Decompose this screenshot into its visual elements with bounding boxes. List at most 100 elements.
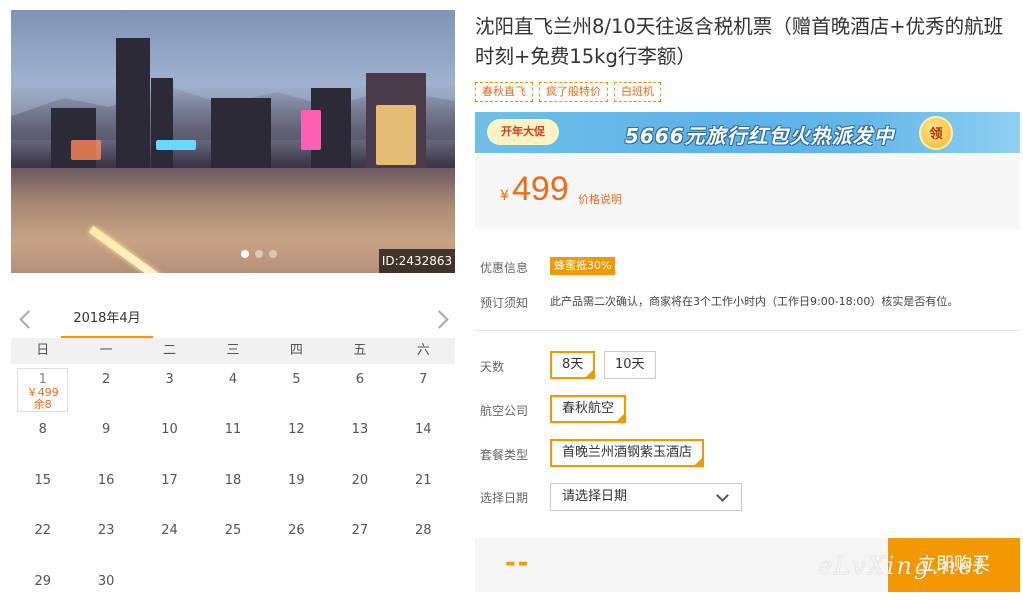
calendar-day[interactable]: 23 (74, 515, 137, 565)
product-tag: 白班机 (614, 82, 661, 102)
day-number: 6 (355, 372, 364, 387)
promo-badge: 蜂蜜抵30% (550, 257, 616, 275)
day-number: 13 (351, 422, 369, 438)
day-number: 3 (165, 372, 174, 387)
day-number: 24 (161, 523, 178, 539)
calendar-day[interactable]: 3 (138, 364, 201, 414)
weekday-label: 六 (416, 343, 430, 358)
day-number: 20 (351, 472, 369, 488)
calendar-day[interactable]: 12 (265, 414, 328, 464)
product-tag: 春秋直飞 (475, 82, 533, 102)
date-select[interactable]: 请选择日期 (550, 483, 742, 511)
day-number: 27 (351, 523, 369, 539)
weekday-label: 一 (99, 343, 113, 358)
day-number: 11 (224, 422, 242, 438)
chevron-right-icon[interactable] (433, 308, 449, 332)
calendar-month-tab[interactable]: 2018年4月 (61, 304, 153, 338)
price-explain-link[interactable]: 价格说明 (578, 191, 622, 207)
weekday-label: 二 (163, 343, 177, 358)
price-currency: ¥ (500, 188, 509, 204)
product-photo[interactable]: ID:2432863 (11, 10, 455, 273)
calendar-day[interactable]: 7 (392, 364, 455, 414)
days-option-8[interactable]: 8天 (550, 351, 596, 379)
calendar-day[interactable]: 18 (201, 465, 264, 515)
promo-label: 优惠信息 (480, 261, 529, 275)
buy-now-button[interactable]: 立即购买 (888, 538, 1020, 592)
day-number: 29 (34, 573, 51, 589)
day-number: 19 (288, 472, 305, 488)
photo-building (211, 98, 271, 168)
package-label: 套餐类型 (480, 448, 529, 462)
day-number: 9 (101, 422, 111, 438)
day-number: 23 (97, 523, 115, 539)
product-title: 沈阳直飞兰州8/10天往返含税机票（赠首晚酒店+优秀的航班时刻+免费15kg行李… (475, 15, 1004, 68)
slide-dot[interactable] (255, 250, 263, 258)
calendar-day[interactable]: 2 (74, 364, 137, 414)
calendar-day[interactable]: 6 (328, 364, 391, 414)
price-amount: 499 (512, 170, 569, 208)
day-number: 21 (415, 472, 432, 488)
calendar-day[interactable]: 4 (201, 364, 264, 414)
day-number: 30 (97, 573, 115, 589)
day-number: 18 (224, 472, 242, 488)
calendar-day[interactable]: 16 (74, 465, 137, 515)
weekday-label: 四 (289, 343, 303, 358)
claim-coin-icon[interactable]: 领 (919, 116, 953, 150)
price-box: ¥ 499 价格说明 (475, 153, 1020, 229)
photo-light (376, 105, 416, 165)
calendar-day-selected[interactable]: 1 ￥499 余8 (17, 368, 69, 413)
weekday-label: 日 (36, 343, 50, 358)
calendar-day[interactable]: 11 (201, 414, 264, 464)
slide-dot[interactable] (269, 250, 277, 258)
calendar-day[interactable]: 25 (201, 515, 264, 565)
calendar-day[interactable]: 8 (11, 414, 74, 464)
days-option-10[interactable]: 10天 (604, 351, 656, 379)
day-number: 17 (161, 472, 178, 488)
divider (475, 330, 1020, 331)
day-number: 10 (161, 422, 178, 438)
calendar-day[interactable]: 15 (11, 465, 74, 515)
calendar-day[interactable]: 14 (392, 414, 455, 464)
date-label: 选择日期 (480, 491, 529, 505)
calendar-day[interactable]: 30 (74, 566, 137, 600)
calendar-grid: 1 ￥499 余8 2 3 4 5 6 7 8 9 10 11 12 13 14 15 16 17 18 19 20… (11, 364, 455, 600)
product-tags: 春秋直飞 疯了般特价 白班机 (475, 82, 661, 102)
airline-label: 航空公司 (480, 404, 529, 418)
calendar-day[interactable]: 26 (265, 515, 328, 565)
calendar-day[interactable]: 20 (328, 465, 391, 515)
calendar-day[interactable]: 28 (392, 515, 455, 565)
day-number: 5 (292, 372, 301, 387)
product-id-badge: ID:2432863 (379, 249, 455, 273)
calendar-day[interactable]: 13 (328, 414, 391, 464)
day-stock: 余8 (33, 398, 52, 411)
banner-text: 5666元旅行红包火热派发中 (625, 124, 895, 148)
calendar-day[interactable]: 29 (11, 566, 74, 600)
package-option[interactable]: 首晚兰州酒钢紫玉酒店 (550, 439, 705, 467)
notice-label: 预订须知 (480, 296, 529, 310)
day-number: 22 (34, 523, 51, 539)
promo-banner[interactable]: 开年大促 5666元旅行红包火热派发中 领 (475, 112, 1020, 153)
slide-dot[interactable] (241, 250, 249, 258)
calendar-day[interactable]: 21 (392, 465, 455, 515)
calendar-day[interactable]: 10 (138, 414, 201, 464)
chevron-left-icon[interactable] (17, 308, 33, 332)
days-label: 天数 (480, 360, 505, 374)
calendar-day[interactable]: 24 (138, 515, 201, 565)
photo-building (116, 38, 150, 168)
photo-light (156, 140, 196, 150)
calendar-day[interactable]: 19 (265, 465, 328, 515)
calendar-day[interactable]: 9 (74, 414, 137, 464)
banner-badge: 开年大促 (487, 119, 559, 145)
calendar-day[interactable]: 22 (11, 515, 74, 565)
airline-option[interactable]: 春秋航空 (550, 395, 627, 423)
day-number: 25 (224, 523, 242, 539)
photo-light (71, 140, 101, 160)
day-number: 14 (415, 422, 432, 438)
calendar-day[interactable]: 5 (265, 364, 328, 414)
calendar-day[interactable]: 27 (328, 515, 391, 565)
notice-text: 此产品需二次确认，商家将在3个工作小时内（工作日9:00-18:00）核实是否有… (550, 295, 959, 308)
day-number: 4 (228, 372, 238, 387)
product-tag: 疯了般特价 (539, 82, 608, 102)
calendar-day[interactable]: 17 (138, 465, 201, 515)
day-number: 26 (288, 523, 305, 539)
